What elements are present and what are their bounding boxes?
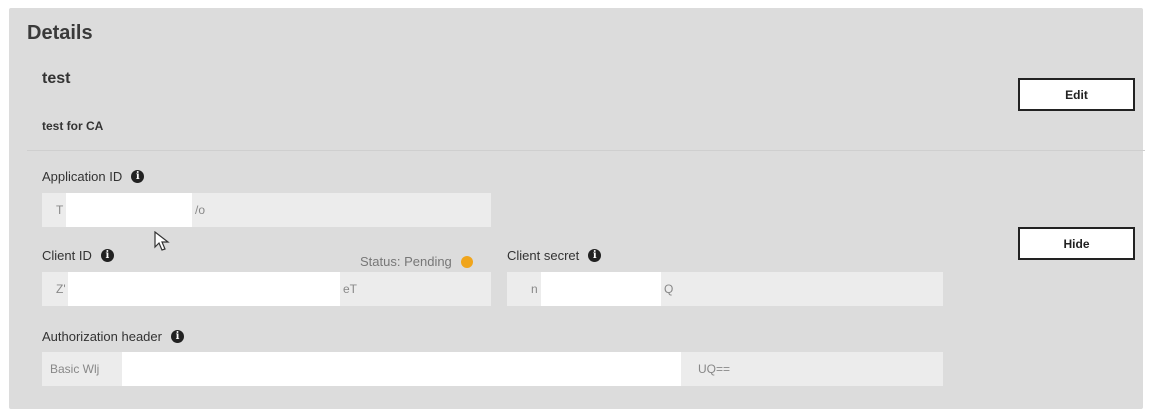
- client-secret-value-start: n: [531, 282, 538, 296]
- authorization-header-label-row: Authorization header i: [42, 329, 184, 344]
- authorization-header-value-start: Basic Wlj: [50, 362, 100, 376]
- info-icon[interactable]: i: [170, 330, 184, 343]
- client-secret-field[interactable]: n Q: [507, 272, 943, 306]
- status-text: Status: Pending: [360, 254, 452, 269]
- app-description: test for CA: [42, 119, 104, 133]
- client-id-label: Client ID: [42, 248, 92, 263]
- edit-button[interactable]: Edit: [1018, 78, 1135, 111]
- redacted-mask: [122, 352, 681, 386]
- application-id-label: Application ID: [42, 169, 123, 184]
- details-panel: Details test test for CA Edit Applicatio…: [9, 8, 1145, 409]
- application-id-value-start: T: [56, 203, 64, 217]
- app-name: test: [42, 70, 71, 87]
- info-icon[interactable]: i: [100, 249, 114, 262]
- application-id-field[interactable]: T /o: [42, 193, 491, 227]
- client-id-field[interactable]: Z' eT: [42, 272, 491, 306]
- hide-button[interactable]: Hide: [1018, 227, 1135, 260]
- application-id-label-row: Application ID i: [42, 169, 145, 184]
- app-header: test test for CA Edit: [27, 56, 1145, 151]
- authorization-header-field[interactable]: Basic Wlj UQ==: [42, 352, 943, 386]
- info-icon[interactable]: i: [588, 249, 602, 262]
- status-indicator: Status: Pending: [360, 254, 473, 269]
- redacted-mask: [66, 193, 192, 227]
- info-icon[interactable]: i: [131, 170, 145, 183]
- credentials-section: Application ID i T /o Client ID i Status…: [27, 152, 1145, 408]
- application-id-value-end: /o: [195, 203, 206, 217]
- authorization-header-label: Authorization header: [42, 329, 162, 344]
- client-id-value-end: eT: [343, 282, 358, 296]
- client-id-label-row: Client ID i: [42, 248, 114, 263]
- client-secret-label-row: Client secret i: [507, 248, 602, 263]
- client-secret-label: Client secret: [507, 248, 580, 263]
- client-secret-value-end: Q: [664, 282, 674, 296]
- authorization-header-value-end: UQ==: [698, 362, 731, 376]
- status-pending-dot-icon: [460, 255, 473, 268]
- redacted-mask: [68, 272, 340, 306]
- redacted-mask: [541, 272, 661, 306]
- panel-title: Details: [27, 22, 93, 44]
- mouse-cursor-icon: [154, 231, 170, 251]
- client-id-value-start: Z': [56, 282, 66, 296]
